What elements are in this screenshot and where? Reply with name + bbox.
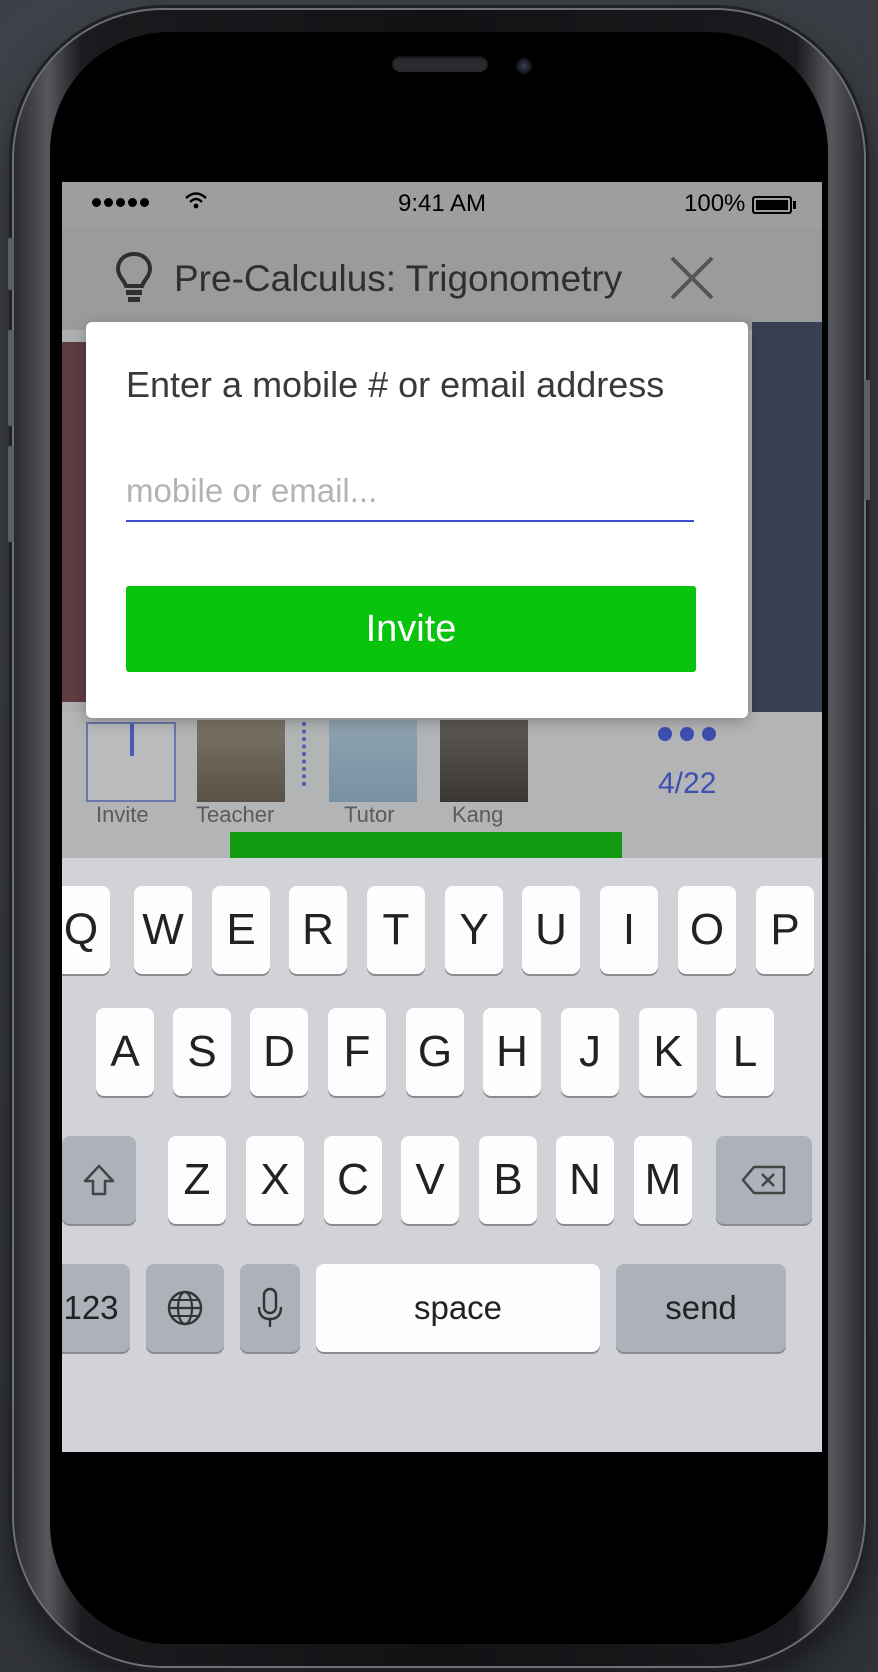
volume-up-button <box>8 330 14 426</box>
key-y[interactable]: Y <box>445 886 503 974</box>
screen: 9:41 AM 100% Pre-Calculus: Trigonometry … <box>62 182 822 1452</box>
more-icon[interactable] <box>658 727 716 741</box>
numbers-key[interactable]: 123 <box>62 1264 130 1352</box>
key-l[interactable]: L <box>716 1008 774 1096</box>
key-z[interactable]: Z <box>168 1136 226 1224</box>
nav-bar: Pre-Calculus: Trigonometry <box>62 228 822 330</box>
key-s[interactable]: S <box>173 1008 231 1096</box>
key-d[interactable]: D <box>250 1008 308 1096</box>
volume-down-button <box>8 446 14 542</box>
key-q[interactable]: Q <box>62 886 110 974</box>
page-title: Pre-Calculus: Trigonometry <box>174 258 623 299</box>
participant-label-invite: Invite <box>96 802 149 827</box>
silent-switch <box>8 238 14 290</box>
participant-label-tutor: Tutor <box>344 802 395 827</box>
key-u[interactable]: U <box>522 886 580 974</box>
key-c[interactable]: C <box>324 1136 382 1224</box>
add-participant-button[interactable] <box>86 722 176 802</box>
key-f[interactable]: F <box>328 1008 386 1096</box>
avatar[interactable] <box>197 720 285 802</box>
power-button <box>864 380 870 500</box>
globe-key[interactable] <box>146 1264 224 1352</box>
close-icon[interactable] <box>666 252 718 304</box>
page-count: 4/22 <box>658 767 717 800</box>
backspace-icon <box>741 1165 786 1195</box>
key-k[interactable]: K <box>639 1008 697 1096</box>
send-key[interactable]: send <box>616 1264 786 1352</box>
key-m[interactable]: M <box>634 1136 692 1224</box>
key-g[interactable]: G <box>406 1008 464 1096</box>
key-r[interactable]: R <box>289 886 347 974</box>
key-h[interactable]: H <box>483 1008 541 1096</box>
key-t[interactable]: T <box>367 886 425 974</box>
mobile-or-email-input[interactable] <box>126 462 694 522</box>
earpiece-speaker <box>392 56 488 72</box>
participant-divider <box>302 722 310 786</box>
participant-label-teacher: Teacher <box>196 802 275 827</box>
microphone-icon <box>257 1287 283 1327</box>
shift-icon <box>83 1164 115 1196</box>
key-e[interactable]: E <box>212 886 270 974</box>
background-artwork-right <box>752 322 822 742</box>
shift-key[interactable] <box>62 1136 136 1224</box>
delete-key[interactable] <box>716 1136 812 1224</box>
key-v[interactable]: V <box>401 1136 459 1224</box>
invite-button[interactable]: Invite <box>126 586 696 672</box>
battery-percent: 100% <box>684 190 746 217</box>
key-b[interactable]: B <box>479 1136 537 1224</box>
avatar[interactable] <box>329 720 417 802</box>
key-a[interactable]: A <box>96 1008 154 1096</box>
key-p[interactable]: P <box>756 886 814 974</box>
key-x[interactable]: X <box>246 1136 304 1224</box>
key-w[interactable]: W <box>134 886 192 974</box>
globe-icon <box>167 1290 203 1326</box>
space-key[interactable]: space <box>316 1264 600 1352</box>
key-o[interactable]: O <box>678 886 736 974</box>
front-camera-icon <box>516 58 532 74</box>
status-bar: 9:41 AM 100% <box>62 182 822 228</box>
participant-label-kang: Kang <box>452 802 504 827</box>
key-n[interactable]: N <box>556 1136 614 1224</box>
battery-icon <box>752 196 792 214</box>
lightbulb-icon[interactable] <box>114 250 154 306</box>
key-j[interactable]: J <box>561 1008 619 1096</box>
key-i[interactable]: I <box>600 886 658 974</box>
dialog-title: Enter a mobile # or email address <box>126 364 665 405</box>
keyboard: Q W E R T Y U I O P A S D F G H J K L Z … <box>62 858 822 1452</box>
battery-tip <box>793 201 796 209</box>
dictation-key[interactable] <box>240 1264 300 1352</box>
avatar[interactable] <box>440 720 528 802</box>
invite-dialog: Enter a mobile # or email address Invite <box>86 322 748 718</box>
